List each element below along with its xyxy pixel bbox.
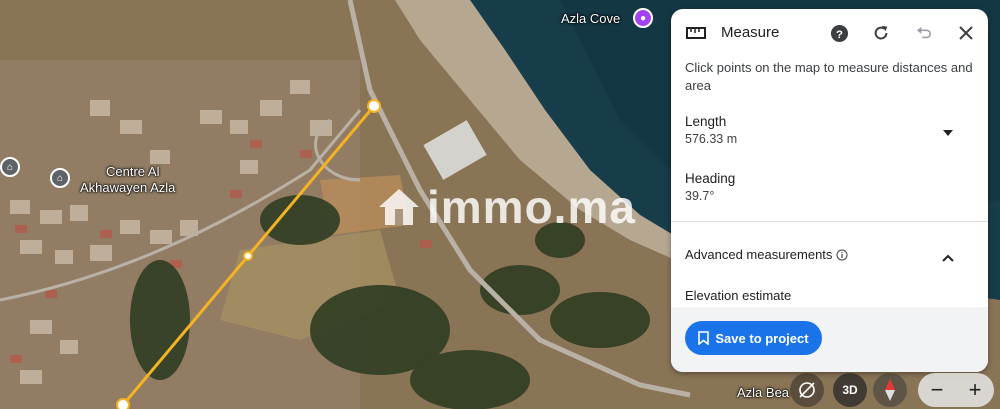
unit-dropdown-icon[interactable] (942, 124, 956, 136)
advanced-measurements-toggle[interactable]: Advanced measurements (685, 247, 848, 262)
map-label-centre-al[interactable]: Centre Al (106, 164, 159, 180)
map-label-akhawayen-azla[interactable]: Akhawayen Azla (80, 180, 175, 196)
length-value: 576.33 m (685, 132, 738, 146)
3d-label: 3D (842, 383, 858, 397)
bookmark-icon (698, 331, 710, 345)
svg-text:?: ? (836, 28, 843, 40)
length-label: Length (685, 114, 727, 129)
watermark: immo.ma (375, 180, 636, 234)
measure-panel: Measure ? Click points on the map to mea… (671, 9, 988, 372)
measure-point-start (367, 99, 381, 113)
heading-label: Heading (685, 171, 736, 186)
panel-footer: Save to project (671, 307, 988, 372)
heading-value: 39.7° (685, 189, 715, 203)
undo-icon[interactable] (914, 23, 934, 43)
save-to-project-button[interactable]: Save to project (685, 321, 822, 355)
chevron-up-icon[interactable] (942, 249, 956, 262)
school-pin-icon-2[interactable]: ⌂ (50, 168, 70, 188)
panel-description: Click points on the map to measure dista… (685, 60, 973, 93)
zoom-controls: − + (918, 373, 994, 407)
divider (671, 221, 988, 222)
map-label-azla-beach[interactable]: Azla Bea (737, 385, 789, 401)
info-icon[interactable] (836, 249, 848, 261)
3d-toggle-button[interactable]: 3D (833, 373, 867, 407)
house-logo-icon (379, 189, 419, 225)
place-pin-icon[interactable]: ● (633, 8, 653, 28)
advanced-measurements-label: Advanced measurements (685, 247, 833, 262)
hide-layers-icon[interactable] (790, 373, 824, 407)
compass-icon[interactable] (873, 373, 907, 407)
reset-icon[interactable] (871, 23, 891, 43)
measure-point-end (116, 398, 130, 409)
map-label-azla-cove[interactable]: Azla Cove (561, 11, 620, 27)
measure-midpoint (243, 251, 253, 261)
elevation-estimate-label: Elevation estimate (685, 288, 792, 303)
ruler-icon (686, 23, 706, 43)
school-pin-icon[interactable]: ⌂ (0, 157, 20, 177)
close-icon[interactable] (956, 23, 976, 43)
zoom-in-button[interactable]: + (956, 373, 994, 407)
zoom-out-button[interactable]: − (918, 373, 956, 407)
help-icon[interactable]: ? (829, 23, 849, 43)
save-button-label: Save to project (715, 330, 809, 346)
watermark-text: immo.ma (427, 181, 636, 233)
panel-title: Measure (721, 24, 780, 41)
panel-header: Measure ? (671, 9, 988, 57)
